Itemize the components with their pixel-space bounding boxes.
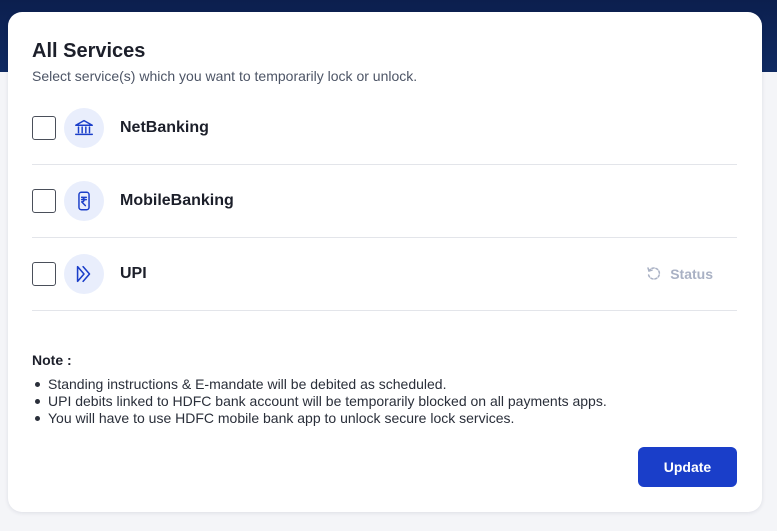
bank-icon [64,108,104,148]
page-title: All Services [32,40,146,62]
mobilebanking-label: MobileBanking [120,192,234,209]
services-list: NetBanking MobileBanking UPI Status [32,92,737,311]
page-subtitle: Select service(s) which you want to temp… [32,68,418,84]
mobile-rupee-icon [64,181,104,221]
note-title: Note : [32,352,72,368]
upi-label: UPI [120,265,147,282]
refresh-icon [646,266,662,282]
service-row-mobilebanking: MobileBanking [32,165,737,238]
mobilebanking-checkbox[interactable] [32,189,56,213]
service-row-netbanking: NetBanking [32,92,737,165]
note-item: UPI debits linked to HDFC bank account w… [32,393,732,410]
all-services-card: All Services Select service(s) which you… [8,12,762,512]
service-row-upi: UPI Status [32,238,737,311]
note-item: Standing instructions & E-mandate will b… [32,376,732,393]
upi-checkbox[interactable] [32,262,56,286]
status-label: Status [670,266,713,282]
note-list: Standing instructions & E-mandate will b… [32,376,732,427]
netbanking-checkbox[interactable] [32,116,56,140]
note-section: Note : Standing instructions & E-mandate… [32,352,732,427]
netbanking-label: NetBanking [120,119,209,136]
update-button[interactable]: Update [638,447,737,487]
note-item: You will have to use HDFC mobile bank ap… [32,410,732,427]
upi-status-link[interactable]: Status [646,266,713,282]
upi-icon [64,254,104,294]
